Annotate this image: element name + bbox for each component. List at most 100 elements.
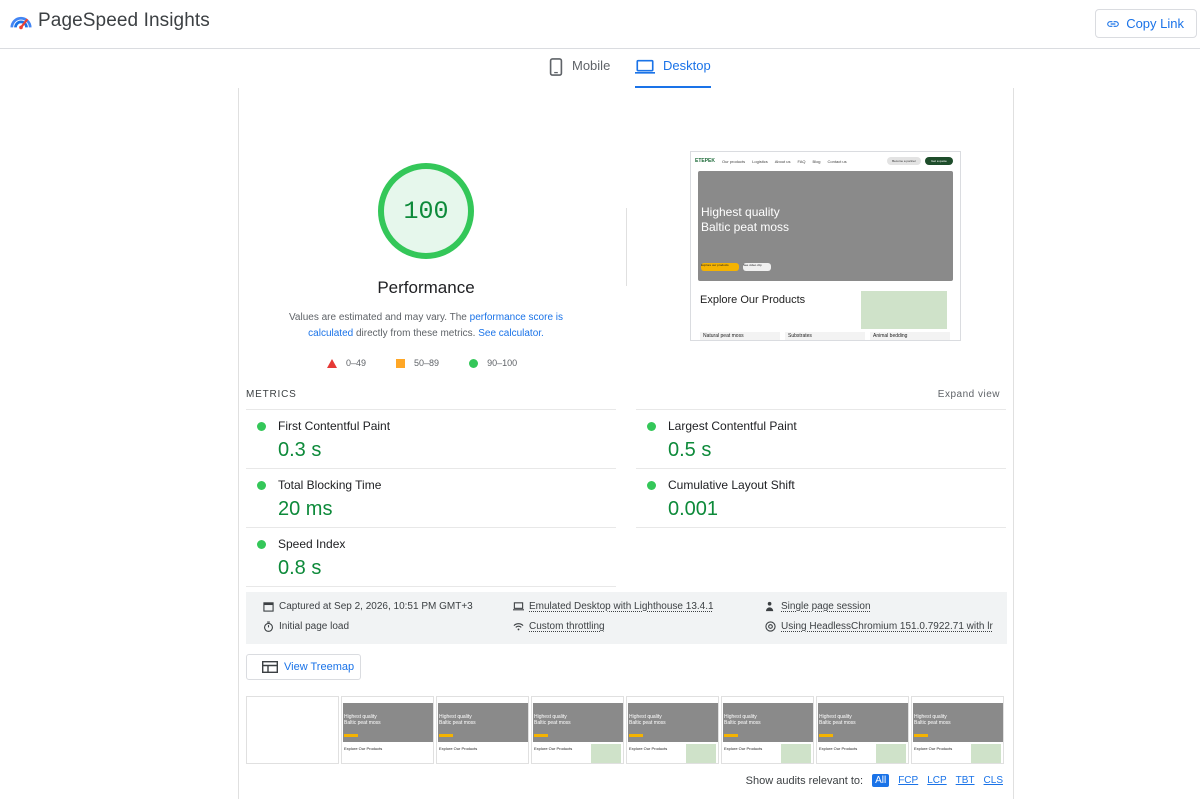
frame-title: Highest quality Baltic peat moss bbox=[914, 714, 951, 726]
filter-chip-cls[interactable]: CLS bbox=[984, 775, 1003, 786]
frame-title: Highest quality Baltic peat moss bbox=[534, 714, 571, 726]
copy-link-button[interactable]: Copy Link bbox=[1095, 9, 1197, 38]
hero-title-line2: Baltic peat moss bbox=[701, 220, 790, 234]
screenshot-video-button: See video clip bbox=[743, 263, 771, 271]
screenshot-nav-item: Blog bbox=[812, 158, 821, 164]
filmstrip-frame: Highest quality Baltic peat moss Explore … bbox=[436, 696, 529, 764]
runtime-session[interactable]: Single page session bbox=[765, 601, 871, 612]
legend-average: 50–89 bbox=[396, 358, 439, 368]
frame-button bbox=[724, 734, 738, 737]
frame-green-box bbox=[686, 744, 716, 763]
load-text: Initial page load bbox=[279, 621, 350, 632]
screenshot-nav-item: Our products bbox=[722, 158, 746, 164]
filter-chip-lcp[interactable]: LCP bbox=[927, 775, 946, 786]
frame-explore: Explore Our Products bbox=[724, 746, 763, 751]
performance-note: Values are estimated and may vary. The p… bbox=[267, 310, 585, 342]
frame-button bbox=[629, 734, 643, 737]
note-prefix: Values are estimated and may vary. The bbox=[288, 312, 470, 323]
screenshot-nav-item: FAQ bbox=[797, 158, 806, 164]
screenshot-category: Substrates bbox=[785, 332, 865, 340]
frame-title: Highest quality Baltic peat moss bbox=[724, 714, 761, 726]
frame-title-line: Baltic peat moss bbox=[724, 720, 761, 726]
tab-mobile[interactable]: Mobile bbox=[548, 58, 610, 88]
captured-text: Captured at Sep 2, 2026, 10:51 PM GMT+3 bbox=[279, 601, 473, 612]
final-screenshot[interactable]: ETEPEK Our products Logistics About us F… bbox=[690, 151, 961, 341]
frame-green-box bbox=[781, 744, 811, 763]
see-calculator-link[interactable]: See calculator. bbox=[478, 328, 544, 339]
copy-link-label: Copy Link bbox=[1126, 16, 1184, 31]
throttling-text: Custom throttling bbox=[529, 621, 605, 632]
screenshot-category: Animal bedding bbox=[870, 332, 950, 340]
browser-text: Using HeadlessChromium 151.0.7922.71 wit… bbox=[781, 621, 993, 632]
legend-average-range: 50–89 bbox=[414, 358, 440, 368]
metric-cls: Cumulative Layout Shift 0.001 bbox=[636, 468, 1006, 527]
device-text: Emulated Desktop with Lighthouse 13.4.1 bbox=[529, 601, 714, 612]
frame-button bbox=[439, 734, 453, 737]
metrics-divider bbox=[246, 586, 616, 587]
frame-explore: Explore Our Products bbox=[534, 746, 573, 751]
metric-label: First Contentful Paint bbox=[278, 419, 391, 433]
frame-explore: Explore Our Products bbox=[439, 746, 478, 751]
filmstrip-frame: Highest quality Baltic peat moss Explore … bbox=[341, 696, 434, 764]
filter-chip-tbt[interactable]: TBT bbox=[956, 775, 975, 786]
runtime-captured: Captured at Sep 2, 2026, 10:51 PM GMT+3 bbox=[263, 601, 473, 612]
chrome-icon bbox=[765, 621, 776, 632]
metric-fcp: First Contentful Paint 0.3 s bbox=[246, 409, 616, 468]
metric-value: 20 ms bbox=[278, 498, 333, 520]
frame-button bbox=[344, 734, 358, 737]
screenshot-explore-button: Explore our products bbox=[701, 263, 739, 271]
legend-pass: 90–100 bbox=[469, 358, 517, 368]
metrics-divider bbox=[636, 527, 1006, 528]
frame-title-line: Baltic peat moss bbox=[344, 720, 381, 726]
wifi-icon bbox=[513, 623, 524, 631]
frame-button bbox=[819, 734, 833, 737]
pass-circle-icon bbox=[257, 422, 266, 431]
filmstrip-frame: Highest quality Baltic peat moss Explore … bbox=[721, 696, 814, 764]
screenshot-nav-item: Contact us bbox=[827, 158, 847, 164]
runtime-load: Initial page load bbox=[263, 621, 349, 632]
frame-title: Highest quality Baltic peat moss bbox=[439, 714, 476, 726]
pagespeed-logo-icon bbox=[10, 16, 32, 30]
frame-explore: Explore Our Products bbox=[914, 746, 953, 751]
frame-button bbox=[914, 734, 928, 737]
metric-lcp: Largest Contentful Paint 0.5 s bbox=[636, 409, 1006, 468]
frame-green-box bbox=[876, 744, 906, 763]
screenshot-nav-item: Logistics bbox=[752, 158, 768, 164]
filmstrip: Highest quality Baltic peat moss Explore … bbox=[246, 696, 1007, 764]
screenshot-partner-pill: Become a partner bbox=[887, 157, 921, 165]
frame-green-box bbox=[591, 744, 621, 763]
metric-label: Speed Index bbox=[278, 537, 346, 551]
hero-title-line1: Highest quality bbox=[701, 205, 780, 219]
screenshot-logo: ETEPEK bbox=[695, 158, 716, 164]
filter-chip-all[interactable]: All bbox=[872, 774, 890, 787]
pass-circle-icon bbox=[257, 540, 266, 549]
metric-label: Total Blocking Time bbox=[278, 478, 382, 492]
person-icon bbox=[765, 601, 774, 612]
screenshot-quote-pill: Get a quote bbox=[925, 157, 953, 165]
screenshot-hero: Highest quality Baltic peat moss Explore… bbox=[698, 171, 953, 281]
brand[interactable]: PageSpeed Insights bbox=[10, 10, 210, 32]
filmstrip-frame: Highest quality Baltic peat moss Explore … bbox=[626, 696, 719, 764]
runtime-throttling[interactable]: Custom throttling bbox=[513, 621, 605, 632]
screenshot-category: Natural peat moss bbox=[700, 332, 780, 340]
filter-chip-fcp[interactable]: FCP bbox=[898, 775, 918, 786]
metric-value: 0.3 s bbox=[278, 439, 322, 461]
frame-title-line: Baltic peat moss bbox=[914, 720, 951, 726]
runtime-device[interactable]: Emulated Desktop with Lighthouse 13.4.1 bbox=[513, 601, 714, 612]
frame-title-line: Baltic peat moss bbox=[534, 720, 571, 726]
metric-speed-index: Speed Index 0.8 s bbox=[246, 527, 616, 586]
pass-circle-icon bbox=[257, 481, 266, 490]
filmstrip-frame: Highest quality Baltic peat moss Explore … bbox=[911, 696, 1004, 764]
vertical-divider bbox=[626, 208, 627, 286]
audit-filter: Show audits relevant to: All FCP LCP TBT… bbox=[746, 774, 1003, 787]
performance-gauge[interactable]: 100 bbox=[377, 162, 475, 260]
runtime-browser[interactable]: Using HeadlessChromium 151.0.7922.71 wit… bbox=[765, 621, 993, 632]
pass-circle-icon bbox=[647, 481, 656, 490]
tab-desktop[interactable]: Desktop bbox=[635, 58, 711, 88]
session-text: Single page session bbox=[781, 601, 871, 612]
view-treemap-button[interactable]: View Treemap bbox=[246, 654, 361, 680]
note-middle: directly from these metrics. bbox=[353, 328, 479, 339]
report-panel: 100 Performance Values are estimated and… bbox=[238, 88, 1014, 799]
expand-view-button[interactable]: Expand view bbox=[938, 389, 1000, 400]
frame-title-line: Baltic peat moss bbox=[819, 720, 856, 726]
